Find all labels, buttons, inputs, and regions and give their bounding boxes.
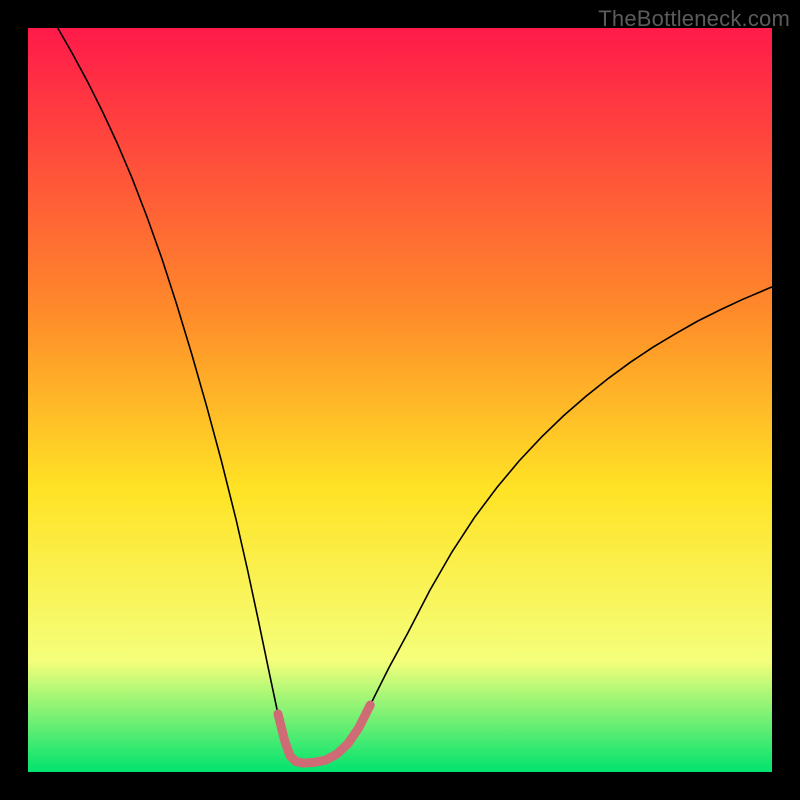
chart-background [28,28,772,772]
watermark-text: TheBottleneck.com [598,6,790,32]
chart-plot-area [28,28,772,772]
chart-svg [28,28,772,772]
chart-frame: TheBottleneck.com [0,0,800,800]
